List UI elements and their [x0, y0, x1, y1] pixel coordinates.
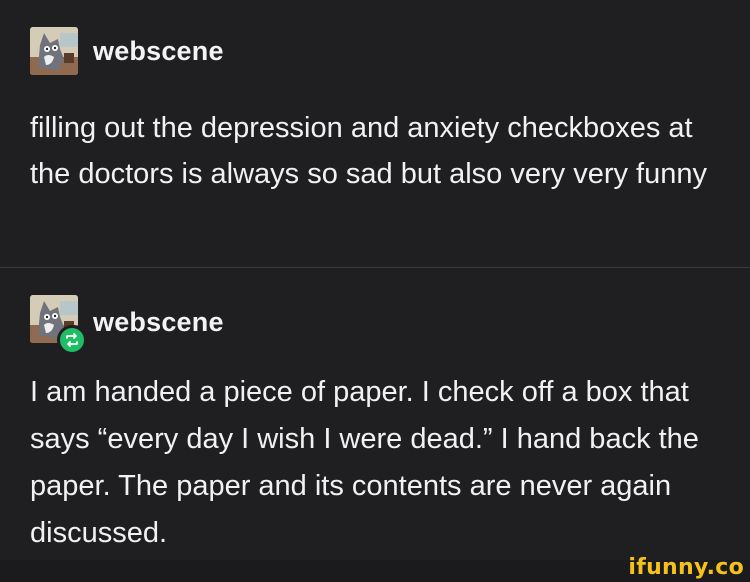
post-divider: [0, 267, 750, 268]
post-username[interactable]: webscene: [93, 36, 224, 67]
post-body-text: filling out the depression and anxiety c…: [30, 112, 707, 190]
watermark-bar: ifunny.co: [0, 555, 750, 582]
cartoon-cat-avatar-icon[interactable]: [30, 27, 78, 75]
reblog-icon: [57, 325, 87, 355]
post-body-text: I am handed a piece of paper. I check of…: [30, 376, 699, 549]
post-original: webscene filling out the depression and …: [0, 0, 750, 268]
post-username[interactable]: webscene: [93, 307, 224, 338]
ifunny-watermark: ifunny.co: [628, 555, 744, 580]
post-reblog: webscene I am handed a piece of paper. I…: [0, 269, 750, 559]
